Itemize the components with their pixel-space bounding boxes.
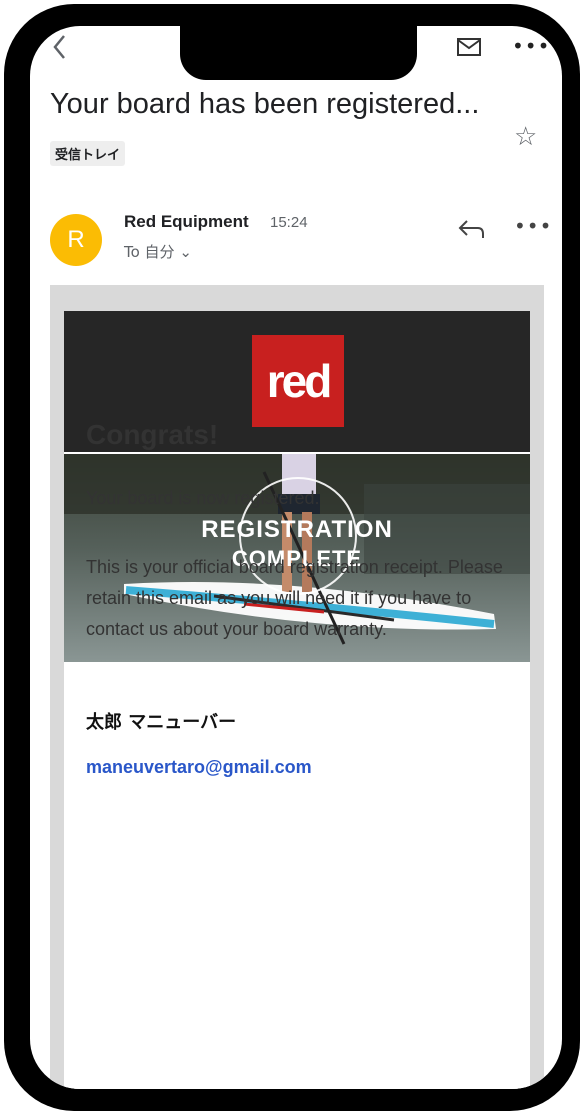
phone-notch xyxy=(180,26,417,80)
hero-image: REGISTRATION COMPLETE xyxy=(64,454,530,662)
message-more-icon[interactable]: ••• xyxy=(514,214,552,238)
sender-name[interactable]: Red Equipment xyxy=(124,212,249,232)
reply-icon[interactable] xyxy=(458,218,486,240)
hero-title-line2: COMPLETE xyxy=(231,546,363,571)
logo-banner: red xyxy=(64,311,530,452)
screen: ••• Your board has been registered... 受信… xyxy=(30,26,562,1089)
phone-frame: ••• Your board has been registered... 受信… xyxy=(4,4,580,1111)
mail-icon[interactable] xyxy=(456,36,482,58)
email-body: red REGISTRATION COMPLETE xyxy=(64,311,530,1089)
hero-title-line1: REGISTRATION xyxy=(201,516,393,543)
email-frame: red REGISTRATION COMPLETE xyxy=(50,285,544,1089)
inbox-label[interactable]: 受信トレイ xyxy=(50,141,126,166)
star-icon[interactable]: ☆ xyxy=(514,122,537,152)
back-icon[interactable] xyxy=(50,30,70,64)
more-icon[interactable]: ••• xyxy=(512,34,550,58)
email-time: 15:24 xyxy=(270,214,308,231)
brand-logo: red xyxy=(252,335,344,427)
avatar[interactable]: R xyxy=(50,214,102,266)
customer-email-link[interactable]: maneuvertaro@gmail.com xyxy=(86,757,312,778)
recipient-details[interactable]: To 自分 ⌄ xyxy=(124,241,192,262)
email-subject: Your board has been registered... xyxy=(50,88,480,120)
